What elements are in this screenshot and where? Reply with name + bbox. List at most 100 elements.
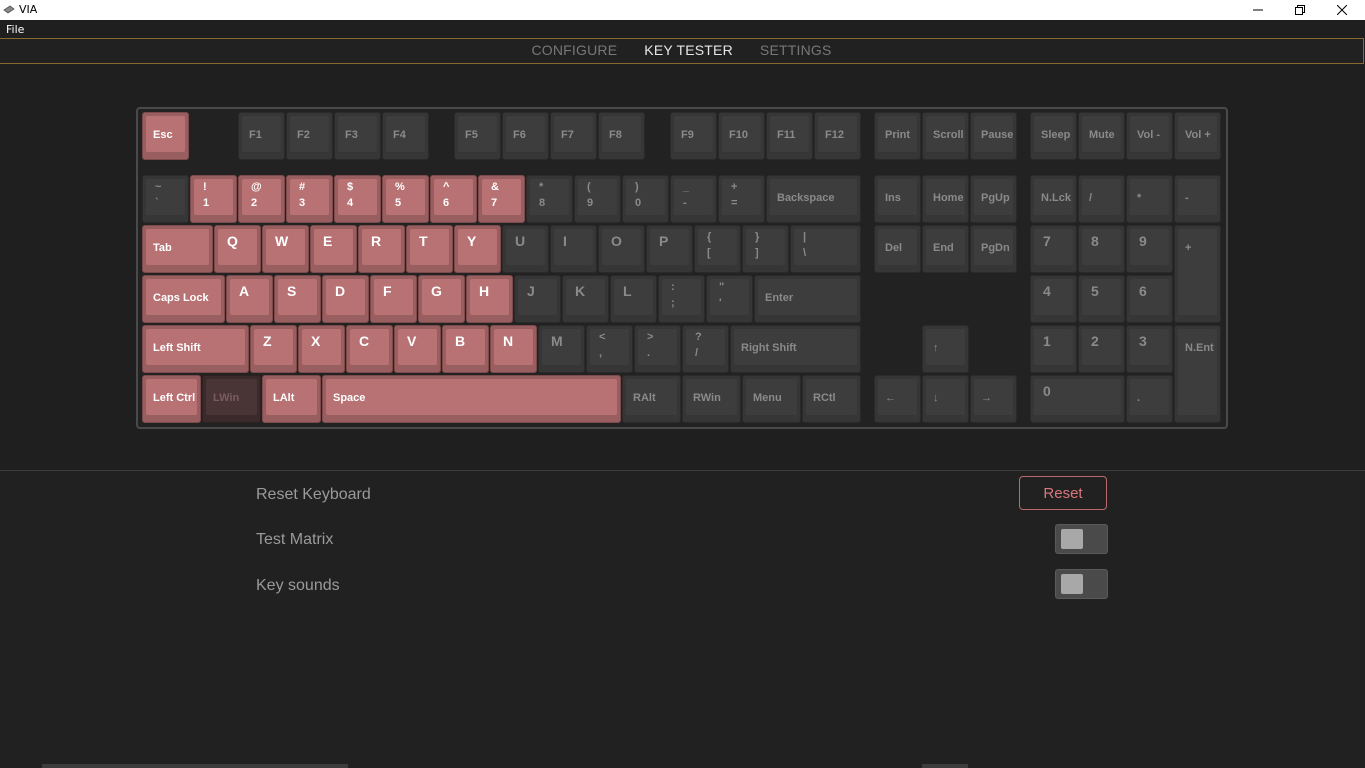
key-base-label: = (731, 197, 738, 209)
key-c: C (346, 325, 393, 373)
key-period: >. (634, 325, 681, 373)
key-label: N (503, 333, 514, 349)
key-label: 5 (1091, 283, 1099, 299)
key-5: % 5 (382, 175, 429, 223)
test-matrix-toggle[interactable] (1055, 524, 1108, 554)
key-shift-label: $ (347, 181, 354, 193)
keycap: Scroll (926, 116, 965, 152)
key-label: Right Shift (741, 342, 797, 354)
reset-keyboard-label: Reset Keyboard (256, 486, 371, 503)
keycap: 1 (1034, 329, 1073, 365)
keycap: RWin (686, 379, 737, 415)
reset-button[interactable]: Reset (1019, 476, 1107, 510)
tab-configure[interactable]: CONFIGURE (531, 42, 617, 58)
keycap: E (314, 229, 353, 265)
key-shift-label: " (719, 281, 725, 293)
toggle-knob (1061, 529, 1083, 549)
close-button[interactable] (1321, 0, 1363, 20)
keycap: Left Ctrl (146, 379, 197, 415)
key-label: LAlt (273, 392, 295, 404)
key-label: Vol + (1185, 129, 1211, 141)
key-h: H (466, 275, 513, 323)
keycap: <, (590, 329, 629, 365)
keycap: A (230, 279, 269, 315)
key-u: U (502, 225, 549, 273)
key-label: Home (933, 192, 964, 204)
key-comma: <, (586, 325, 633, 373)
key-8: * 8 (526, 175, 573, 223)
key-home: Home (922, 175, 969, 223)
key-num4: 4 (1030, 275, 1077, 323)
keycap: F1 (242, 116, 281, 152)
key-num1: 1 (1030, 325, 1077, 373)
key-o: O (598, 225, 645, 273)
keycap: B (446, 329, 485, 365)
keycap: & 7 (482, 179, 521, 215)
key-label: F6 (513, 129, 526, 141)
keycap: ) 0 (626, 179, 665, 215)
key-label: V (407, 333, 417, 349)
menu-file[interactable]: File (6, 23, 24, 36)
window-title: VIA (19, 3, 38, 16)
keycap: F10 (722, 116, 761, 152)
keycap: . (1130, 379, 1169, 415)
keycap: Space (326, 379, 617, 415)
minimize-button[interactable] (1237, 0, 1279, 20)
scrollbar-thumb-secondary[interactable] (922, 764, 968, 768)
keycap: PgUp (974, 179, 1013, 215)
key-label: F2 (297, 129, 310, 141)
restore-button[interactable] (1279, 0, 1321, 20)
key-label: * (1137, 192, 1142, 204)
key-shift-label: > (647, 331, 654, 343)
key-label: Vol - (1137, 129, 1161, 141)
key-base-label: 9 (587, 197, 594, 209)
key-sounds-toggle[interactable] (1055, 569, 1108, 599)
scrollbar-thumb[interactable] (42, 764, 348, 768)
keycap: | \ (794, 229, 857, 265)
keycap: Del (878, 229, 917, 265)
key-mute: Mute (1078, 112, 1125, 160)
keycap: U (506, 229, 545, 265)
key-7: & 7 (478, 175, 525, 223)
key-label: F11 (777, 129, 796, 141)
key-z: Z (250, 325, 297, 373)
restore-icon (1295, 5, 1305, 15)
key-label: - (1185, 192, 1189, 204)
keycap: J (518, 279, 557, 315)
keycap: #3 (290, 179, 329, 215)
key-left: ← (874, 375, 921, 423)
keycap: Home (926, 179, 965, 215)
keycap: T (410, 229, 449, 265)
key-rshift: Right Shift (730, 325, 861, 373)
keycap: ↑ (926, 329, 965, 365)
key-space: Space (322, 375, 621, 423)
key-minus: _ - (670, 175, 717, 223)
keycap: L (614, 279, 653, 315)
key-ralt: RAlt (622, 375, 681, 423)
key-d: D (322, 275, 369, 323)
key-label: F7 (561, 129, 574, 141)
key-label: F5 (465, 129, 478, 141)
tab-settings[interactable]: SETTINGS (760, 42, 832, 58)
key-pgdn: PgDn (970, 225, 1017, 273)
keycap: Enter (758, 279, 857, 315)
key-end: End (922, 225, 969, 273)
key-label: RWin (693, 392, 721, 404)
key-s: S (274, 275, 321, 323)
key-label: T (419, 233, 428, 249)
key-label: Left Ctrl (153, 392, 196, 404)
key-label: F (383, 283, 392, 299)
key-base-label: 5 (395, 197, 402, 209)
keycap: Sleep (1034, 116, 1073, 152)
key-shift-label: : (671, 281, 675, 293)
key-label: P (659, 233, 669, 249)
keycap: RAlt (626, 379, 677, 415)
keycap: ^ 6 (434, 179, 473, 215)
key-f3: F3 (334, 112, 381, 160)
key-shift-label: ! (203, 181, 207, 193)
keycap: $4 (338, 179, 377, 215)
key-label: Ins (885, 192, 901, 204)
settings-panel (0, 471, 1365, 768)
key-label: Menu (753, 392, 782, 404)
tab-key-tester[interactable]: KEY TESTER (644, 42, 733, 58)
